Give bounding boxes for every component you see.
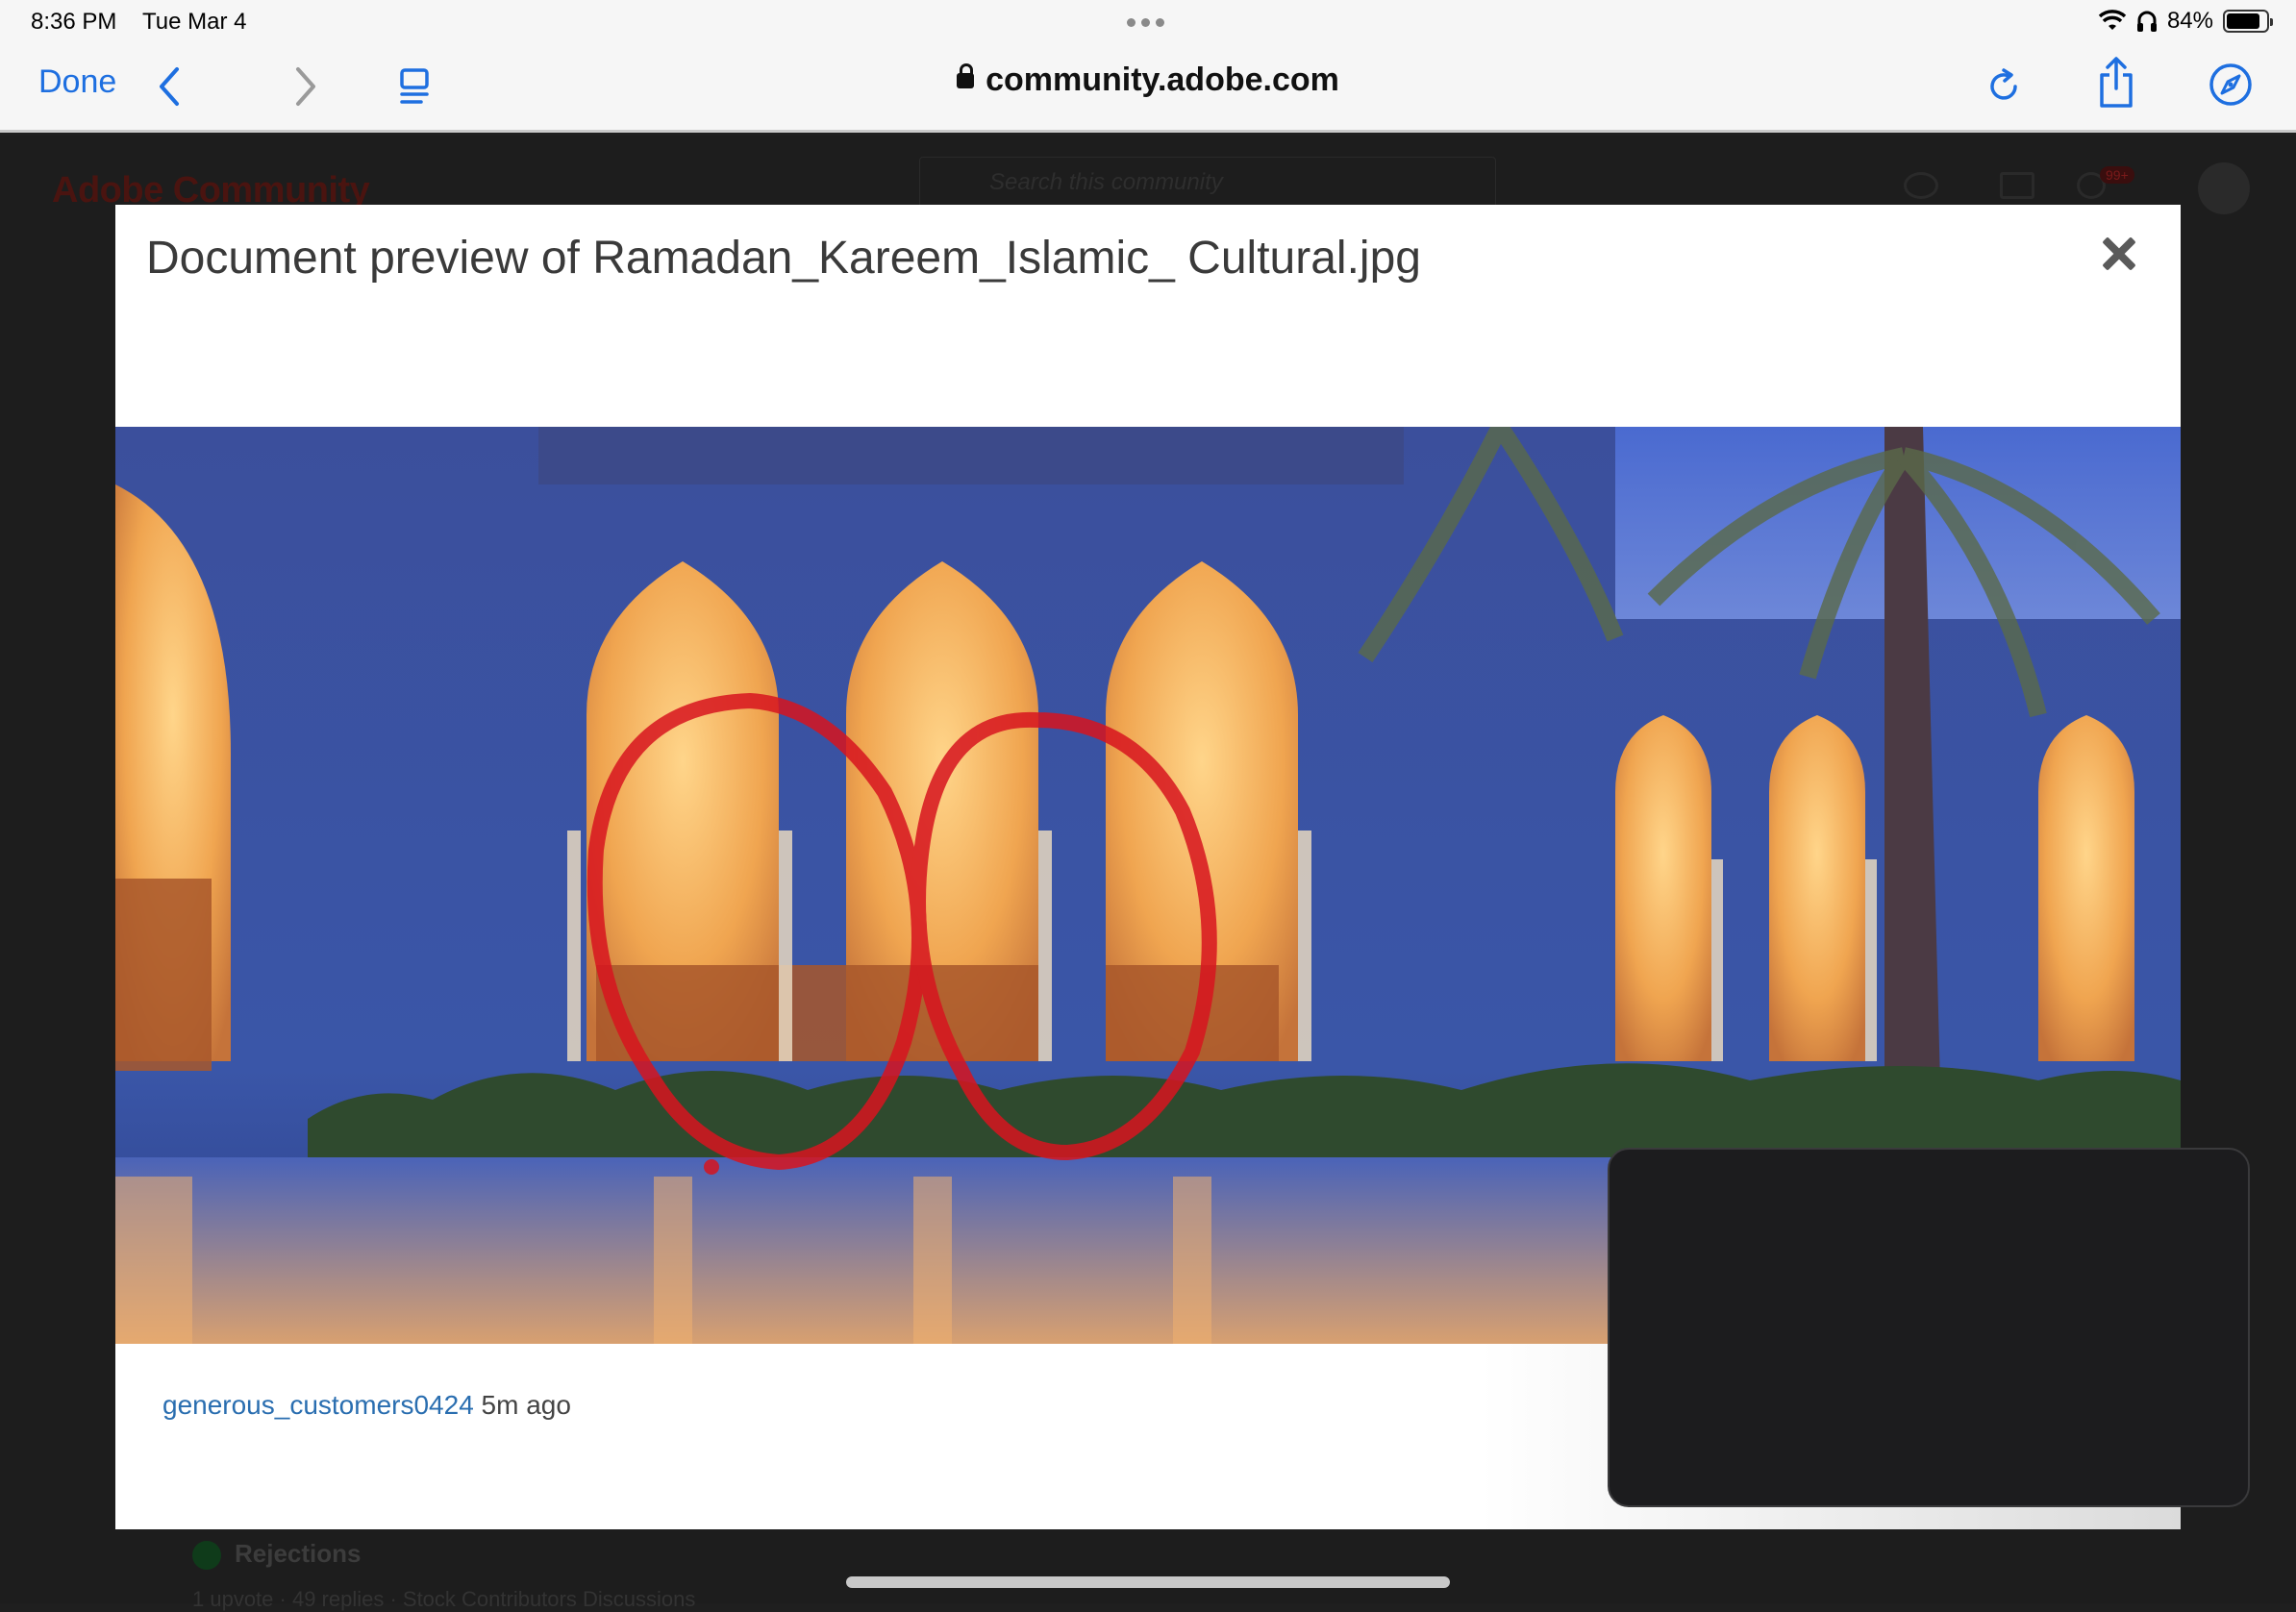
status-indicators: 84% xyxy=(2098,8,2273,35)
post-meta: generous_customers0424 5m ago xyxy=(162,1390,571,1421)
item-meta: 1 upvote · 49 replies · Stock Contributo… xyxy=(192,1587,696,1611)
home-indicator[interactable] xyxy=(846,1576,1450,1588)
browser-toolbar: Done community.adobe.com xyxy=(0,46,2296,133)
wifi-icon xyxy=(2098,10,2127,30)
battery-percent: 84% xyxy=(2166,8,2213,34)
notification-badge: 99+ xyxy=(2100,166,2134,184)
accepted-solution-item[interactable]: Rejections xyxy=(192,1539,362,1571)
mail-icon[interactable] xyxy=(2000,172,2034,199)
check-circle-icon xyxy=(192,1541,221,1571)
status-date: Tue Mar 4 xyxy=(142,9,247,35)
close-icon[interactable] xyxy=(2100,236,2136,272)
avatar[interactable] xyxy=(2198,162,2250,214)
status-bar: 8:36 PM Tue Mar 4 84% xyxy=(0,0,2296,46)
globe-icon[interactable] xyxy=(1904,172,1938,199)
address-bar[interactable]: community.adobe.com xyxy=(0,62,2296,99)
headphones-icon xyxy=(2136,11,2157,32)
battery-icon xyxy=(2223,10,2273,33)
multitasking-dots-icon[interactable] xyxy=(1127,8,1169,37)
modal-title: Document preview of Ramadan_Kareem_Islam… xyxy=(146,233,1421,284)
reload-icon[interactable] xyxy=(1983,65,2025,108)
share-icon[interactable] xyxy=(2094,56,2138,112)
author-link[interactable]: generous_customers0424 xyxy=(162,1390,474,1420)
item-title: Rejections xyxy=(235,1539,362,1568)
compass-icon[interactable] xyxy=(2208,62,2254,108)
status-time: 8:36 PM xyxy=(31,9,117,35)
url-text: community.adobe.com xyxy=(986,62,1339,98)
timestamp: 5m ago xyxy=(481,1390,571,1420)
community-search-input[interactable]: Search this community xyxy=(919,157,1496,209)
picture-in-picture-window[interactable] xyxy=(1608,1148,2250,1507)
lock-icon xyxy=(957,63,975,88)
